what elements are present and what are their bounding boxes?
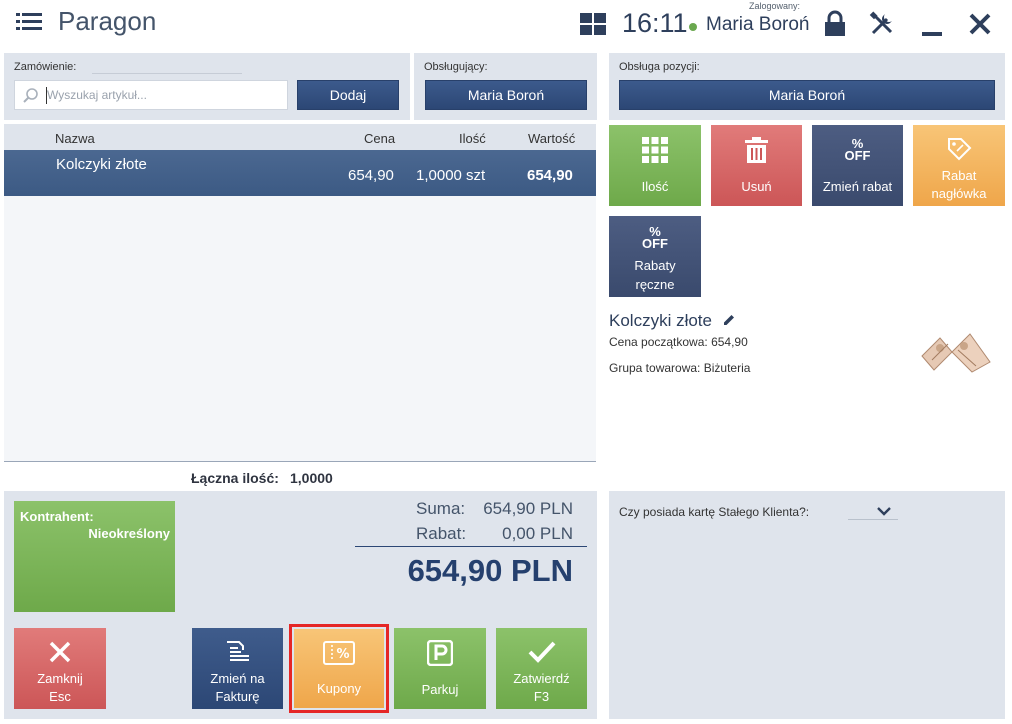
customer-tile[interactable]: Kontrahent: Nieokreślony [14, 501, 175, 612]
coupons-button-label: Kupony [316, 681, 362, 696]
manual-discounts-button[interactable]: % OFF Rabaty ręczne [609, 216, 701, 297]
top-bar: Paragon 16:11 Zalogowany: Maria Boroń [0, 0, 1012, 50]
chevron-down-icon [877, 507, 891, 516]
customer-label: Kontrahent: [20, 509, 94, 524]
total-qty-label: Łączna ilość: [191, 470, 279, 486]
svg-text:%: % [336, 647, 349, 662]
document-icon [227, 641, 249, 661]
discount-label: Rabat: [416, 524, 467, 543]
discount-tag-icon [948, 138, 972, 161]
logged-in-label: Zalogowany: [749, 1, 801, 11]
confirm-button-label-1: Zatwierdź [513, 671, 570, 686]
layout-grid-icon[interactable] [580, 13, 606, 35]
close-icon[interactable] [966, 10, 994, 38]
manual-discounts-label-1: Rabaty [634, 258, 676, 273]
close-button-label-1: Zamknij [37, 671, 83, 686]
park-button[interactable]: Parkuj [394, 628, 486, 709]
position-service-button[interactable]: Maria Boroń [619, 80, 995, 110]
coupons-button[interactable]: % Kupony [294, 629, 384, 708]
trash-icon [745, 137, 768, 163]
parking-icon [427, 640, 453, 666]
col-name[interactable]: Nazwa [55, 131, 95, 146]
table-row[interactable]: Kolczyki złote 654,90 1,0000 szt 654,90 [4, 150, 596, 196]
loyalty-select[interactable] [848, 503, 898, 520]
loyalty-panel: Czy posiada kartę Stałego Klienta?: [609, 491, 1005, 719]
order-label: Zamówienie: [14, 61, 77, 73]
invoice-button-label-2: Fakturę [215, 689, 260, 704]
row-price: 654,90 [348, 167, 394, 184]
sum-label: Suma: [416, 499, 466, 518]
col-value[interactable]: Wartość [528, 131, 575, 146]
col-price[interactable]: Cena [364, 131, 395, 146]
change-discount-label: Zmień rabat [822, 179, 893, 194]
minimize-icon[interactable] [918, 10, 946, 38]
percent-off-icon: % OFF [844, 136, 871, 163]
discount-value: 0,00 PLN [502, 524, 573, 543]
delete-button[interactable]: Usuń [711, 125, 802, 206]
product-name: Kolczyki złote [609, 311, 712, 330]
confirm-button[interactable]: Zatwierdź F3 [496, 628, 587, 709]
close-x-icon [49, 641, 71, 663]
row-name: Kolczyki złote [56, 156, 147, 173]
search-icon [23, 88, 38, 103]
col-qty[interactable]: Ilość [459, 131, 486, 146]
product-group: Grupa towarowa: Biżuteria [609, 361, 751, 375]
summary-divider [355, 546, 587, 547]
lock-icon[interactable] [821, 10, 849, 38]
served-by-button[interactable]: Maria Boroń [425, 80, 587, 110]
total-qty-value: 1,0000 [290, 470, 333, 486]
online-status-dot [689, 23, 697, 31]
qty-button[interactable]: Ilość [609, 125, 701, 206]
row-value: 654,90 [527, 167, 573, 184]
header-discount-button[interactable]: Rabat nagłówka [913, 125, 1005, 206]
table-divider [4, 461, 596, 462]
sum-value: 654,90 PLN [483, 499, 573, 518]
add-button[interactable]: Dodaj [297, 80, 399, 110]
close-button-label-2: Esc [49, 689, 71, 704]
row-qty: 1,0000 szt [416, 167, 486, 184]
page-title: Paragon [58, 6, 157, 36]
header-discount-label-2: nagłówka [931, 186, 987, 201]
menu-icon[interactable] [16, 12, 42, 32]
manual-discounts-label-2: ręczne [635, 277, 675, 292]
qty-button-label: Ilość [641, 179, 669, 194]
park-button-label: Parkuj [421, 682, 459, 697]
invoice-button-label-1: Zmień na [210, 671, 265, 686]
coupon-icon: % [323, 641, 355, 665]
change-discount-button[interactable]: % OFF Zmień rabat [812, 125, 903, 206]
percent-off-icon: % OFF [642, 224, 668, 251]
change-to-invoice-button[interactable]: Zmień na Fakturę [192, 628, 283, 709]
total-amount: 654,90 PLN [407, 553, 573, 588]
grid-icon [642, 137, 668, 163]
tools-icon[interactable] [868, 10, 896, 38]
confirm-button-label-2: F3 [533, 689, 550, 704]
header-discount-label-1: Rabat [941, 168, 977, 183]
checkmark-icon [528, 641, 556, 663]
served-by-label: Obsługujący: [424, 61, 488, 73]
logged-user-name[interactable]: Maria Boroń [706, 14, 810, 36]
position-service-label: Obsługa pozycji: [619, 61, 700, 73]
product-image [921, 333, 991, 373]
customer-value: Nieokreślony [88, 526, 170, 541]
close-button[interactable]: Zamknij Esc [14, 628, 106, 709]
delete-button-label: Usuń [741, 179, 772, 194]
order-underline [92, 73, 242, 74]
start-price: Cena początkowa: 654,90 [609, 335, 748, 349]
search-input[interactable]: Wyszukaj artykuł... [14, 80, 288, 110]
loyalty-question: Czy posiada kartę Stałego Klienta?: [619, 505, 810, 519]
clock: 16:11 [622, 8, 688, 38]
pencil-icon[interactable] [722, 313, 736, 327]
search-placeholder: Wyszukaj artykuł... [47, 88, 147, 102]
